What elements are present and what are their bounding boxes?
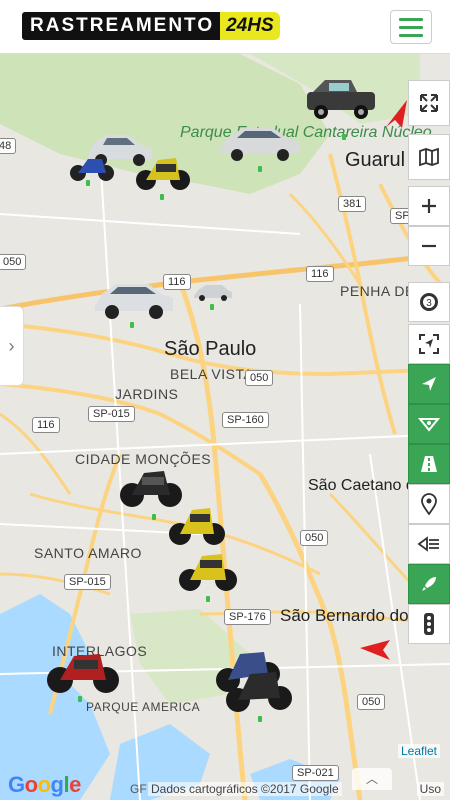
motorcycle-marker[interactable]: [176, 544, 240, 594]
motorcycle-marker[interactable]: [166, 498, 228, 548]
road-shield: 116: [306, 266, 334, 282]
fullscreen-icon: [420, 94, 438, 112]
city-sao-bernardo: São Bernardo do Campo: [280, 606, 450, 625]
road-shield: SP-176: [224, 609, 271, 625]
map-tile-fragment: GF: [130, 782, 147, 796]
motorcycle-marker[interactable]: [68, 149, 116, 183]
district-bela-vista: BELA VISTA: [170, 366, 254, 382]
menu-bar: [399, 17, 423, 21]
zoom-in-icon: [422, 199, 436, 213]
vehicle-status-dot: [258, 166, 262, 172]
road-shield: 050: [357, 694, 386, 710]
motorcycle-marker[interactable]: [44, 642, 124, 696]
menu-bar: [399, 33, 423, 37]
vehicle-status-dot: [342, 134, 346, 140]
district-jardins: JARDINS: [115, 386, 179, 402]
location-pin-icon: [421, 493, 437, 515]
road-shield: 050: [245, 370, 274, 386]
traffic-light-button[interactable]: [408, 604, 450, 644]
refresh-counter-button[interactable]: 3: [408, 282, 450, 322]
city-sao-caetano: São Caetano do Sul: [308, 477, 450, 494]
road-shield: 116: [32, 417, 60, 433]
history-button[interactable]: [408, 524, 450, 564]
refresh-counter-icon: 3: [420, 293, 438, 311]
hamburger-menu-button[interactable]: [390, 10, 432, 44]
vehicle-status-dot: [152, 514, 156, 520]
zoom-out-button[interactable]: [408, 226, 450, 266]
road-shield: SP-021: [292, 765, 339, 781]
refresh-counter-value: 3: [426, 298, 432, 309]
rocket-icon: [422, 577, 436, 591]
menu-bar: [399, 25, 423, 29]
leaflet-attribution-link[interactable]: Leaflet: [397, 744, 440, 758]
google-logo: Google: [8, 772, 81, 797]
terms-link[interactable]: Uso: [416, 782, 444, 796]
map-view[interactable]: Parque Estadual Cantareira Núcleo... Gua…: [0, 54, 450, 800]
navigate-button[interactable]: [408, 364, 450, 404]
app-logo[interactable]: RASTREAMENTO 24HS: [22, 12, 280, 40]
district-santo-amaro: SANTO AMARO: [34, 545, 142, 561]
road-shield: 48: [0, 138, 17, 154]
logo-text-accent: 24HS: [220, 12, 280, 40]
zoom-in-button[interactable]: [408, 186, 450, 226]
navigate-icon: [422, 377, 436, 391]
rocket-button[interactable]: [408, 564, 450, 604]
fullscreen-button[interactable]: [408, 80, 450, 126]
vehicle-status-dot: [130, 322, 134, 328]
map-layers-button[interactable]: [408, 134, 450, 180]
vehicle-status-dot: [210, 304, 214, 310]
car-marker[interactable]: [217, 124, 303, 162]
vehicle-status-dot: [78, 696, 82, 702]
side-panel-toggle[interactable]: ›: [0, 306, 24, 386]
car-marker[interactable]: [192, 282, 234, 302]
fit-bounds-icon: [419, 334, 439, 354]
chevron-right-icon: ›: [8, 335, 15, 356]
zoom-out-icon: [422, 244, 436, 248]
route-button[interactable]: [408, 404, 450, 444]
road-shield: 050: [0, 254, 27, 270]
map-attribution: Dados cartográficos ©2017 Google: [148, 782, 342, 796]
route-icon: [418, 418, 440, 432]
city-guarulhos: Guarul: [345, 149, 406, 171]
road-shield: 381: [338, 196, 367, 212]
map-layers-icon: [419, 147, 439, 167]
car-marker[interactable]: [92, 278, 176, 320]
traffic-light-icon: [424, 613, 434, 635]
location-pin-button[interactable]: [408, 484, 450, 524]
fit-bounds-button[interactable]: [408, 324, 450, 364]
road-shield: SP-015: [64, 574, 111, 590]
vehicle-status-dot: [86, 180, 90, 186]
motorcycle-marker[interactable]: [134, 148, 194, 192]
vehicle-status-dot: [206, 596, 210, 602]
logo-text-primary: RASTREAMENTO: [22, 12, 221, 40]
motorcycle-group-marker[interactable]: [212, 644, 294, 716]
district-penha: PENHA DE FRANCA: [340, 283, 450, 299]
road-shield: 050: [300, 530, 329, 546]
road-shield: SP-015: [88, 406, 135, 422]
vehicle-status-dot: [258, 716, 262, 722]
history-icon: [417, 536, 439, 552]
district-parque-america: PARQUE AMERICA: [86, 700, 201, 714]
city-sao-paulo: São Paulo: [164, 338, 257, 360]
vehicle-status-dot: [160, 194, 164, 200]
road-icon: [421, 456, 437, 472]
road-shield: SP-160: [222, 412, 269, 428]
pickup-truck-marker[interactable]: [305, 76, 377, 120]
road-button[interactable]: [408, 444, 450, 484]
chevron-up-icon[interactable]: ︿: [352, 768, 392, 790]
app-header: RASTREAMENTO 24HS: [0, 0, 450, 54]
